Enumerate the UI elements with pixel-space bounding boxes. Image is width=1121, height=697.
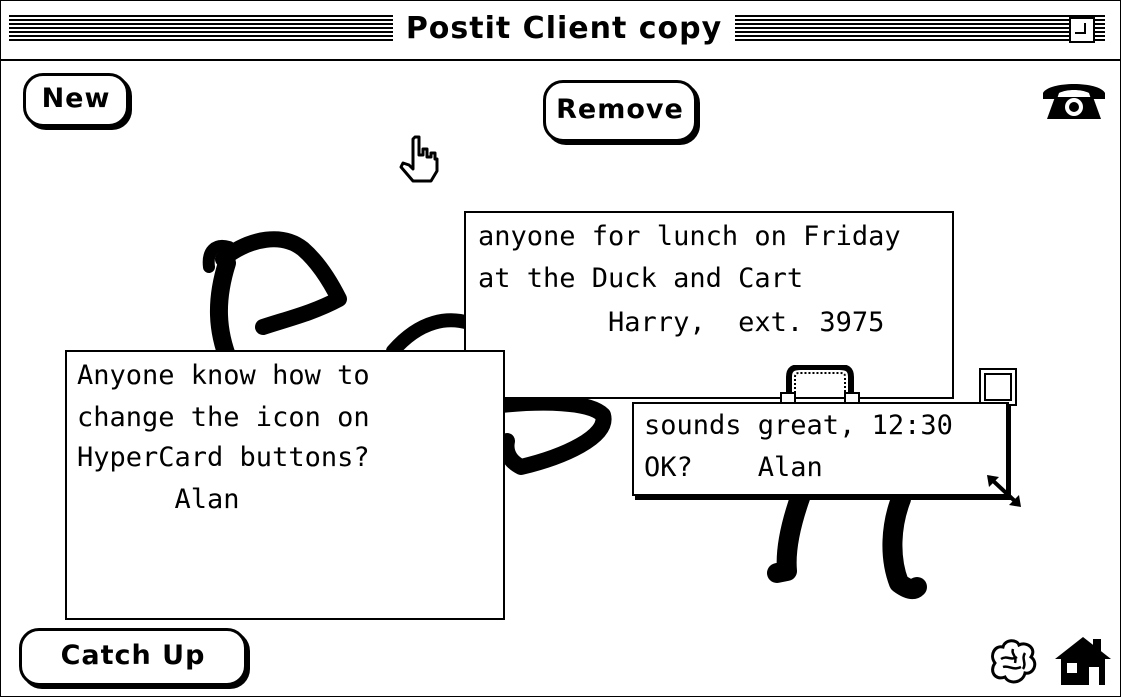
window-title: Postit Client copy	[399, 11, 729, 47]
title-bar[interactable]: Postit Client copy	[1, 1, 1120, 61]
catch-up-button[interactable]: Catch Up	[19, 628, 247, 686]
telephone-icon[interactable]	[1039, 75, 1109, 123]
close-box-icon[interactable]	[979, 368, 1017, 406]
postit-note-lunch[interactable]: anyone for lunch on Friday at the Duck a…	[464, 211, 954, 399]
title-bar-stripes-left	[9, 15, 393, 43]
note-line: Harry, ext. 3975	[478, 307, 885, 338]
zoom-box-icon[interactable]	[1069, 17, 1095, 43]
postit-note-hypercard[interactable]: Anyone know how to change the icon on Hy…	[65, 350, 505, 620]
home-icon[interactable]	[1053, 635, 1113, 687]
postit-client-window: Postit Client copy New Remove Catch Up a…	[0, 0, 1121, 697]
drag-handle-icon[interactable]	[779, 365, 861, 405]
note-line: HyperCard buttons?	[77, 442, 370, 473]
brain-icon[interactable]	[987, 637, 1039, 687]
hand-pointer-icon	[399, 135, 439, 183]
title-bar-stripes-right	[735, 15, 1105, 43]
note-line: anyone for lunch on Friday	[478, 221, 901, 252]
new-button[interactable]: New	[23, 73, 129, 127]
note-line: at the Duck and Cart	[478, 263, 804, 294]
resize-arrows-icon[interactable]	[983, 471, 1027, 511]
remove-button[interactable]: Remove	[543, 80, 697, 142]
note-line: OK? Alan	[644, 452, 823, 483]
postit-note-reply[interactable]: sounds great, 12:30 OK? Alan	[632, 402, 1008, 496]
note-line: Anyone know how to	[77, 360, 370, 391]
note-line: change the icon on	[77, 402, 370, 433]
note-line: Alan	[77, 484, 240, 515]
note-line: sounds great, 12:30	[644, 410, 953, 441]
